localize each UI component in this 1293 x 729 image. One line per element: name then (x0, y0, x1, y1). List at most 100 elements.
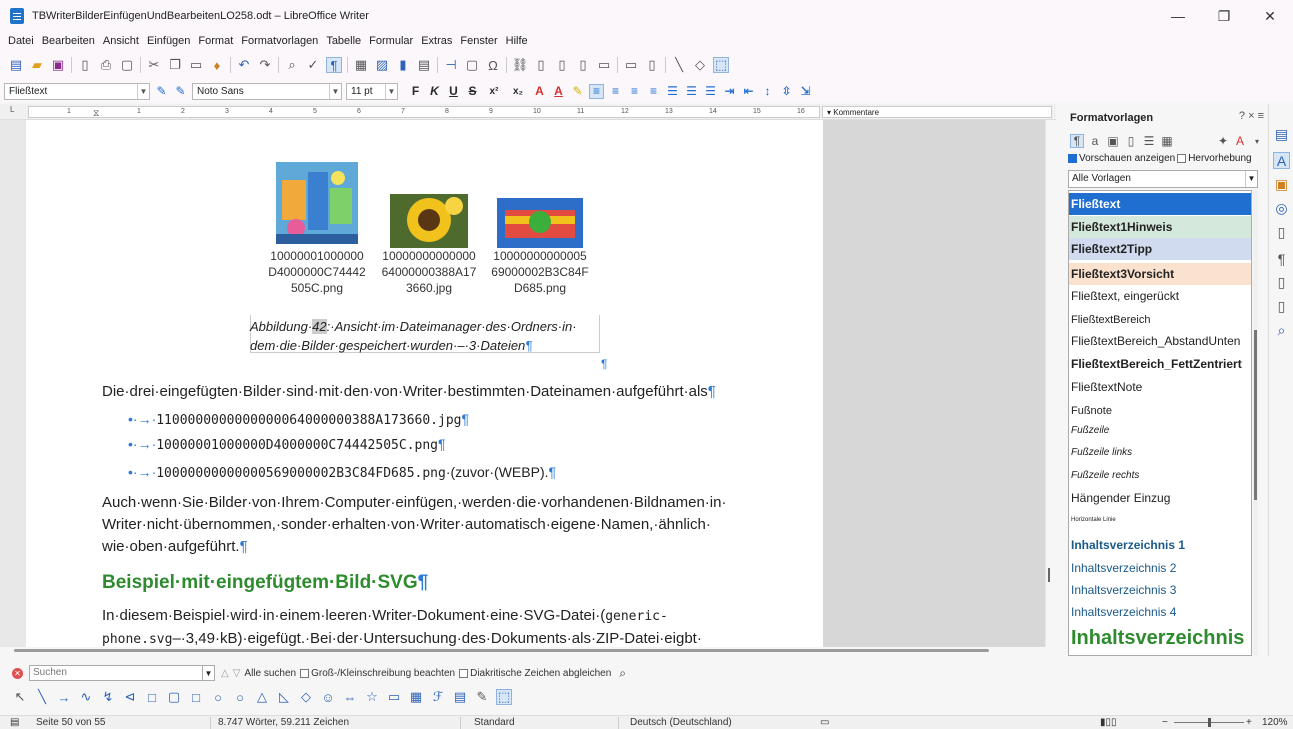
thumbnail-item[interactable]: 10000000000005 69000002B3C84F D685.png (481, 158, 599, 296)
language[interactable]: Deutsch (Deutschland) (630, 717, 732, 728)
body-paragraph-3[interactable]: In·diesem·Beispiel·wird·in·einem·leeren·… (102, 605, 702, 647)
diacritics-checkbox[interactable] (459, 668, 469, 678)
bold-button[interactable]: F (408, 84, 423, 99)
chevron-down-icon[interactable]: ▼ (137, 83, 149, 99)
chevron-down-icon[interactable]: ▼ (385, 83, 397, 99)
insert-crossref-icon[interactable]: ▭ (596, 57, 612, 73)
justify-icon[interactable]: ≡ (646, 84, 661, 99)
manage-changes-deck-icon[interactable]: ▯ (1273, 274, 1290, 291)
redo-icon[interactable]: ↷ (257, 57, 273, 73)
arrow-line-icon[interactable]: → (56, 689, 72, 705)
zoom-in-button[interactable]: + (1246, 717, 1252, 728)
insert-field-icon[interactable]: ▢ (464, 57, 480, 73)
chevron-down-icon[interactable]: ▾ (1250, 134, 1264, 148)
design-deck-icon[interactable]: ▯ (1273, 298, 1290, 315)
menu-bearbeiten[interactable]: Bearbeiten (38, 35, 99, 47)
insert-comment-icon[interactable]: ▭ (623, 57, 639, 73)
table-styles-icon[interactable]: ▦ (1160, 134, 1174, 148)
ellipse-icon[interactable]: ○ (210, 689, 226, 705)
menu-extras[interactable]: Extras (417, 35, 456, 47)
undo-icon[interactable]: ↶ (236, 57, 252, 73)
line-spacing-icon[interactable]: ↕ (760, 84, 775, 99)
cut-icon[interactable]: ✂ (146, 57, 162, 73)
font-color-icon[interactable]: A (551, 84, 566, 99)
navigator-deck-icon[interactable]: ◎ (1273, 200, 1290, 217)
caption-number-field[interactable]: 42 (312, 319, 327, 334)
insert-pagebreak-icon[interactable]: ⊣ (443, 57, 459, 73)
sidebar-title-controls[interactable]: ? × ≡ (1239, 110, 1264, 122)
minimize-button[interactable]: — (1155, 0, 1201, 32)
new-style-icon[interactable]: ✎ (173, 84, 188, 99)
style-list-item[interactable]: Fließtext1Hinweis (1069, 216, 1251, 238)
print-icon[interactable]: ⎙ (98, 57, 114, 73)
layout-icon[interactable]: ▤ (10, 717, 19, 728)
horizontal-ruler[interactable]: L 1 ⧖ 1 2 3 4 5 6 7 8 9 10 11 12 13 14 1… (0, 104, 1056, 120)
menu-datei[interactable]: Datei (4, 35, 38, 47)
menu-ansicht[interactable]: Ansicht (99, 35, 143, 47)
find-next-icon[interactable]: ▽ (233, 668, 241, 679)
character-styles-icon[interactable]: a (1088, 134, 1102, 148)
superscript-button[interactable]: x² (484, 84, 504, 99)
insert-endnote-icon[interactable]: ▯ (554, 57, 570, 73)
points-icon[interactable]: ✎ (474, 689, 490, 705)
list-styles-icon[interactable]: ☰ (1142, 134, 1156, 148)
list-item[interactable]: •·→·10000000000000569000002B3C84FD685.pn… (128, 464, 556, 481)
menu-fenster[interactable]: Fenster (456, 35, 501, 47)
insert-table-icon[interactable]: ▦ (353, 57, 369, 73)
menu-hilfe[interactable]: Hilfe (502, 35, 532, 47)
clear-formatting-icon[interactable]: A (532, 84, 547, 99)
paragraph-styles-icon[interactable]: ¶ (1070, 134, 1084, 148)
draw-functions-icon[interactable]: ⬚ (713, 57, 729, 73)
connector-icon[interactable]: ↯ (100, 689, 116, 705)
style-list-item[interactable]: Inhaltsverzeichnis Ü (1069, 623, 1251, 653)
highlight-color-icon[interactable]: ✎ (570, 84, 585, 99)
style-list-scrollbar[interactable] (1253, 190, 1258, 656)
align-left-icon[interactable]: ≡ (589, 83, 604, 99)
style-filter-select[interactable]: Alle Vorlagen ▼ (1068, 170, 1258, 188)
subscript-button[interactable]: x₂ (508, 84, 528, 99)
find-all-button[interactable]: Alle suchen (244, 668, 296, 679)
ruler-indent-marker[interactable]: ⧖ (93, 108, 99, 119)
style-list-item[interactable]: Fließtext, eingerückt (1069, 285, 1251, 307)
outline-list-icon[interactable]: ☰ (703, 84, 718, 99)
list-item[interactable]: •·→·1100000000000000064000000388A173660.… (128, 411, 469, 428)
styles-deck-icon[interactable]: A (1273, 152, 1290, 169)
style-list-item[interactable]: Fließtext (1069, 193, 1251, 215)
match-case-checkbox[interactable] (300, 668, 310, 678)
menu-tabelle[interactable]: Tabelle (322, 35, 365, 47)
increase-indent-icon[interactable]: ⇥ (722, 84, 737, 99)
italic-button[interactable]: K (427, 84, 442, 99)
tab-type-icon[interactable]: L (10, 105, 14, 114)
section-heading[interactable]: Beispiel·mit·eingefügtem·Bild·SVG¶ (102, 572, 428, 594)
stars-icon[interactable]: ☆ (364, 689, 380, 705)
style-list-item[interactable]: Inhaltsverzeichnis 1 (1069, 534, 1251, 556)
line-icon[interactable]: ╲ (34, 689, 50, 705)
zoom-out-button[interactable]: − (1162, 717, 1168, 728)
save-icon[interactable]: ▣ (50, 57, 66, 73)
font-size-combo[interactable]: 11 pt ▼ (346, 82, 398, 100)
align-right-icon[interactable]: ≡ (627, 84, 642, 99)
menu-formular[interactable]: Formular (365, 35, 417, 47)
insert-special-char-icon[interactable]: Ω (485, 57, 501, 73)
menu-format[interactable]: Format (194, 35, 237, 47)
insert-bookmark-icon[interactable]: ▯ (575, 57, 591, 73)
flowchart-icon[interactable]: ▦ (408, 689, 424, 705)
list-item[interactable]: •·→·10000001000000D4000000C74442505C.png… (128, 436, 446, 453)
body-paragraph-1[interactable]: Die·drei·eingefügten·Bilder·sind·mit·den… (102, 381, 716, 403)
bullet-list-icon[interactable]: ☰ (665, 84, 680, 99)
zoom-level[interactable]: 120% (1262, 717, 1288, 728)
style-list-item[interactable]: Inhaltsverzeichnis 2 (1069, 557, 1251, 579)
close-button[interactable]: ✕ (1247, 0, 1293, 32)
diacritics-option[interactable]: Diakritische Zeichen abgleichen (459, 668, 611, 679)
insert-hyperlink-icon[interactable]: ⛓ (512, 57, 529, 73)
font-name-combo[interactable]: Noto Sans ▼ (192, 82, 342, 100)
find-input[interactable]: Suchen (29, 665, 203, 681)
numbered-list-icon[interactable]: ☰ (684, 84, 699, 99)
polygon-icon[interactable]: ⊲ (122, 689, 138, 705)
thumbnail-item[interactable]: 10000000000000 64000000388A17 3660.jpg (370, 158, 488, 296)
vertical-scrollbar-thumb[interactable] (1048, 568, 1050, 582)
block-arrows-icon[interactable]: ⇔ (342, 689, 358, 705)
style-list-item[interactable]: Fußnote (1069, 400, 1251, 422)
properties-deck-icon[interactable]: ▤ (1273, 126, 1290, 143)
style-list-item[interactable]: Fußzeile rechts (1069, 466, 1251, 486)
